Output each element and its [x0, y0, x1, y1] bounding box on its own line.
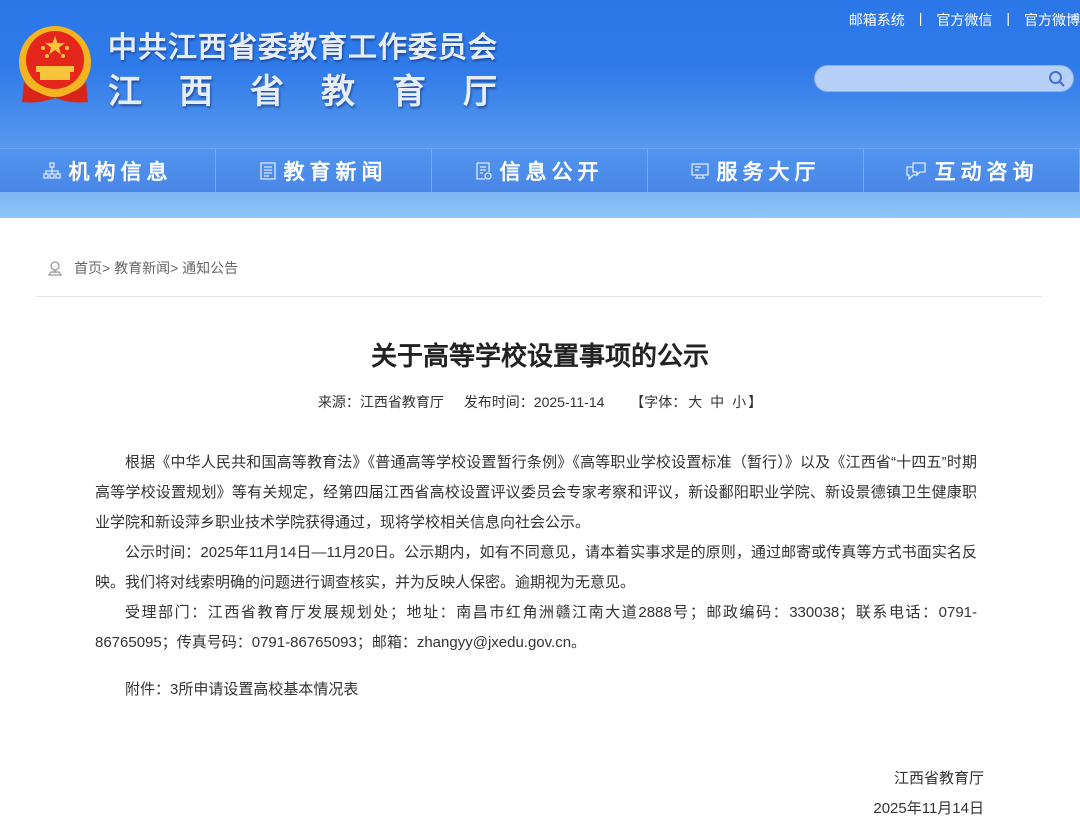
org-name-line1: 中共江西省委教育工作委员会 — [108, 32, 499, 64]
breadcrumb-edu-news[interactable]: 教育新闻 — [114, 260, 170, 276]
attachment-label: 附件： — [125, 681, 171, 698]
nav-label: 服务大厅 — [716, 160, 821, 184]
paragraph: 根据《中华人民共和国高等教育法》《普通高等学校设置暂行条例》《高等职业学校设置标… — [95, 454, 977, 531]
search-icon[interactable] — [1047, 69, 1067, 89]
national-emblem-icon — [19, 26, 91, 103]
breadcrumb-home[interactable]: 首页 — [74, 260, 102, 276]
search-input[interactable] — [825, 66, 1050, 91]
divider — [36, 296, 1042, 297]
official-wechat-link[interactable]: 官方微信 — [936, 10, 992, 30]
article-meta: 来源：江西省教育厅 发布时间：2025-11-14 【字体：大 中 小】 — [0, 392, 1080, 412]
org-chart-icon — [42, 161, 61, 179]
nav-label: 信息公开 — [499, 160, 604, 184]
font-size-large[interactable]: 大 — [688, 394, 702, 410]
paragraph: 受理部门：江西省教育厅发展规划处；地址：南昌市红角洲赣江南大道2888号；邮政编… — [95, 604, 977, 651]
org-name-line2: 江西省教育厅 — [108, 73, 534, 111]
top-links: 邮箱系统 | 官方微信 | 官方微博 — [849, 10, 1080, 30]
signature: 江西省教育厅 2025年11月14日 — [873, 764, 984, 824]
paragraph: 公示时间：2025年11月14日—11月20日。公示期内，如有不同意见，请本着实… — [95, 544, 977, 591]
article-source: 来源：江西省教育厅 — [317, 394, 444, 410]
signature-date: 2025年11月14日 — [873, 800, 984, 817]
nav-item-consultation[interactable]: 互动咨询 — [864, 149, 1080, 192]
divider: | — [1006, 10, 1010, 26]
breadcrumb-notices[interactable]: 通知公告 — [182, 260, 238, 276]
monitor-icon — [690, 162, 709, 179]
breadcrumb-separator: > — [102, 260, 111, 276]
article-body: 根据《中华人民共和国高等教育法》《普通高等学校设置暂行条例》《高等职业学校设置标… — [95, 448, 977, 658]
article-title: 关于高等学校设置事项的公示 — [370, 341, 709, 371]
nav-label: 互动咨询 — [934, 160, 1039, 184]
search-box — [814, 65, 1074, 92]
official-weibo-link[interactable]: 官方微博 — [1024, 10, 1080, 30]
attachment-link[interactable]: 3所申请设置高校基本情况表 — [170, 681, 358, 698]
decorative-band — [0, 192, 1080, 218]
article-date: 发布时间：2025-11-14 — [463, 394, 605, 410]
font-size-medium[interactable]: 中 — [710, 394, 724, 410]
breadcrumb: 首页> 教育新闻> 通知公告 — [46, 258, 238, 278]
nav-item-org-info[interactable]: 机构信息 — [0, 149, 216, 192]
attachment: 附件：3所申请设置高校基本情况表 — [125, 678, 358, 699]
font-size-label: 【字体： — [630, 394, 687, 410]
font-size-small[interactable]: 小 — [732, 394, 746, 410]
divider: | — [918, 10, 923, 26]
nav-item-info-disclosure[interactable]: 信息公开 — [432, 149, 648, 192]
nav-label: 教育新闻 — [283, 160, 388, 184]
site-header: 中共江西省委教育工作委员会 江西省教育厅 邮箱系统 | 官方微信 | 官方微博 — [0, 0, 1080, 148]
mail-system-link[interactable]: 邮箱系统 — [849, 10, 905, 30]
file-list-icon — [475, 161, 492, 180]
nav-label: 机构信息 — [68, 160, 173, 184]
chat-bubbles-icon — [905, 161, 926, 181]
nav-item-service-hall[interactable]: 服务大厅 — [648, 149, 864, 192]
nav-item-edu-news[interactable]: 教育新闻 — [216, 149, 432, 192]
signature-org: 江西省教育厅 — [893, 770, 984, 787]
location-pin-icon — [47, 261, 63, 276]
document-icon — [259, 161, 276, 180]
font-size-close: 】 — [748, 394, 763, 410]
breadcrumb-separator: > — [170, 260, 179, 276]
main-nav: 机构信息 教育新闻 信息公开 服务大厅 互动咨询 — [0, 148, 1080, 192]
